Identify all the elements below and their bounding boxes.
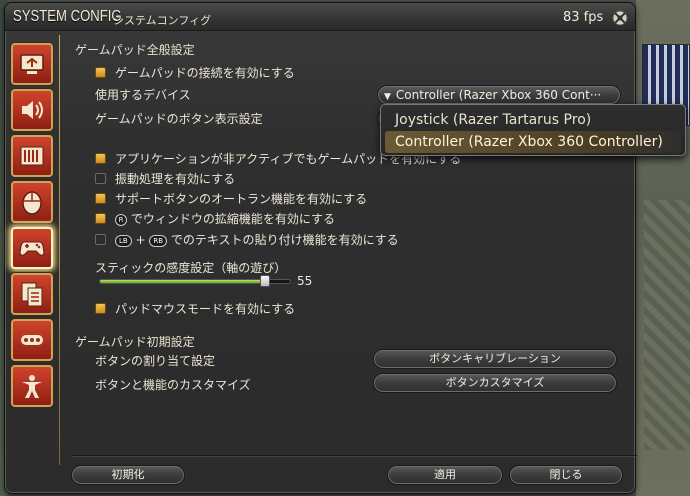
documents-icon bbox=[21, 282, 43, 307]
rb-button-icon: RB bbox=[149, 234, 168, 247]
monitor-icon bbox=[20, 54, 44, 74]
window-zoom-text: でウィンドウの拡縮機能を有効にする bbox=[130, 212, 335, 226]
fps-counter: 83 fps bbox=[563, 10, 604, 25]
sidebar-item-hud[interactable] bbox=[11, 135, 53, 177]
checkbox-paste[interactable] bbox=[95, 234, 106, 245]
window-title: SYSTEM CONFIG bbox=[13, 8, 122, 25]
close-button[interactable]: 閉じる bbox=[509, 465, 623, 485]
label-enable-connection: ゲームパッドの接続を有効にする bbox=[115, 66, 295, 80]
button-calibration-button[interactable]: ボタンキャリブレーション bbox=[373, 349, 617, 369]
character-icon bbox=[22, 375, 42, 398]
sidebar-item-display[interactable] bbox=[11, 43, 53, 85]
checkbox-support-autorun[interactable] bbox=[95, 193, 106, 204]
window-subtitle: システムコンフィグ bbox=[113, 14, 212, 27]
paste-plus: + bbox=[135, 233, 146, 247]
device-dropdown-menu: Joystick (Razer Tartarus Pro) Controller… bbox=[380, 104, 686, 156]
checkbox-enable-connection[interactable] bbox=[95, 67, 106, 78]
device-select-value: Controller (Razer Xbox 360 Cont··· bbox=[395, 88, 602, 102]
sidebar-divider bbox=[59, 35, 60, 465]
speaker-icon bbox=[22, 101, 43, 119]
label-stick-sensitivity: スティックの感度設定（軸の遊び） bbox=[95, 261, 287, 275]
section-title-initial: ゲームパッド初期設定 bbox=[75, 335, 195, 349]
background-rug bbox=[644, 200, 690, 450]
sidebar-item-sound[interactable] bbox=[11, 89, 53, 131]
stick-sensitivity-value: 55 bbox=[297, 274, 313, 288]
sidebar-item-character[interactable] bbox=[11, 365, 53, 407]
label-pad-mouse: パッドマウスモードを有効にする bbox=[115, 302, 296, 316]
label-vibration: 振動処理を有効にする bbox=[115, 172, 236, 186]
sidebar-item-mouse[interactable] bbox=[11, 181, 53, 223]
footer-divider bbox=[71, 455, 637, 456]
dropdown-option-controller[interactable]: Controller (Razer Xbox 360 Controller) bbox=[385, 131, 681, 153]
slider-fill bbox=[100, 280, 265, 283]
apply-button[interactable]: 適用 bbox=[387, 465, 503, 485]
dropdown-option-joystick[interactable]: Joystick (Razer Tartarus Pro) bbox=[385, 109, 681, 131]
lb-button-icon: LB bbox=[115, 234, 132, 247]
label-device: 使用するデバイス bbox=[95, 88, 191, 102]
button-customize-button[interactable]: ボタンカスタマイズ bbox=[373, 373, 617, 393]
section-title-general: ゲームパッド全般設定 bbox=[75, 43, 195, 57]
paste-text: でのテキストの貼り付け機能を有効にする bbox=[170, 233, 399, 247]
label-window-zoom: R でウィンドウの拡縮機能を有効にする bbox=[115, 210, 335, 227]
mouse-icon bbox=[22, 191, 42, 215]
label-paste: LB + RB でのテキストの貼り付け機能を有効にする bbox=[115, 231, 399, 248]
dropdown-arrow-icon: ▼ bbox=[384, 92, 391, 102]
gamepad-icon bbox=[19, 241, 45, 256]
label-button-display: ゲームパッドのボタン表示設定 bbox=[95, 112, 263, 126]
label-support-autorun: サポートボタンのオートラン機能を有効にする bbox=[115, 192, 368, 206]
hud-icon bbox=[20, 146, 44, 166]
device-select[interactable]: ▼ Controller (Razer Xbox 360 Cont··· bbox=[377, 85, 621, 105]
r-stick-icon: R bbox=[115, 213, 127, 226]
sidebar-item-gamepad[interactable] bbox=[11, 227, 53, 269]
sidebar-item-documents[interactable] bbox=[11, 273, 53, 315]
checkbox-inactive-app[interactable] bbox=[95, 153, 106, 164]
checkbox-pad-mouse[interactable] bbox=[95, 303, 106, 314]
stick-sensitivity-slider[interactable] bbox=[99, 275, 291, 287]
checkbox-vibration[interactable] bbox=[95, 173, 106, 184]
reset-button[interactable]: 初期化 bbox=[71, 465, 185, 485]
label-button-assign: ボタンの割り当て設定 bbox=[95, 354, 216, 368]
settings-cross-icon[interactable] bbox=[611, 9, 629, 27]
label-customize: ボタンと機能のカスタマイズ bbox=[95, 378, 251, 392]
system-config-window: SYSTEM CONFIG システムコンフィグ 83 fps ゲームパッド全般設… bbox=[4, 2, 637, 494]
sidebar-item-other[interactable] bbox=[11, 319, 53, 361]
slider-handle[interactable] bbox=[259, 275, 270, 287]
title-bar[interactable]: SYSTEM CONFIG システムコンフィグ 83 fps bbox=[5, 3, 635, 31]
checkbox-window-zoom[interactable] bbox=[95, 213, 106, 224]
more-icon bbox=[21, 335, 43, 345]
